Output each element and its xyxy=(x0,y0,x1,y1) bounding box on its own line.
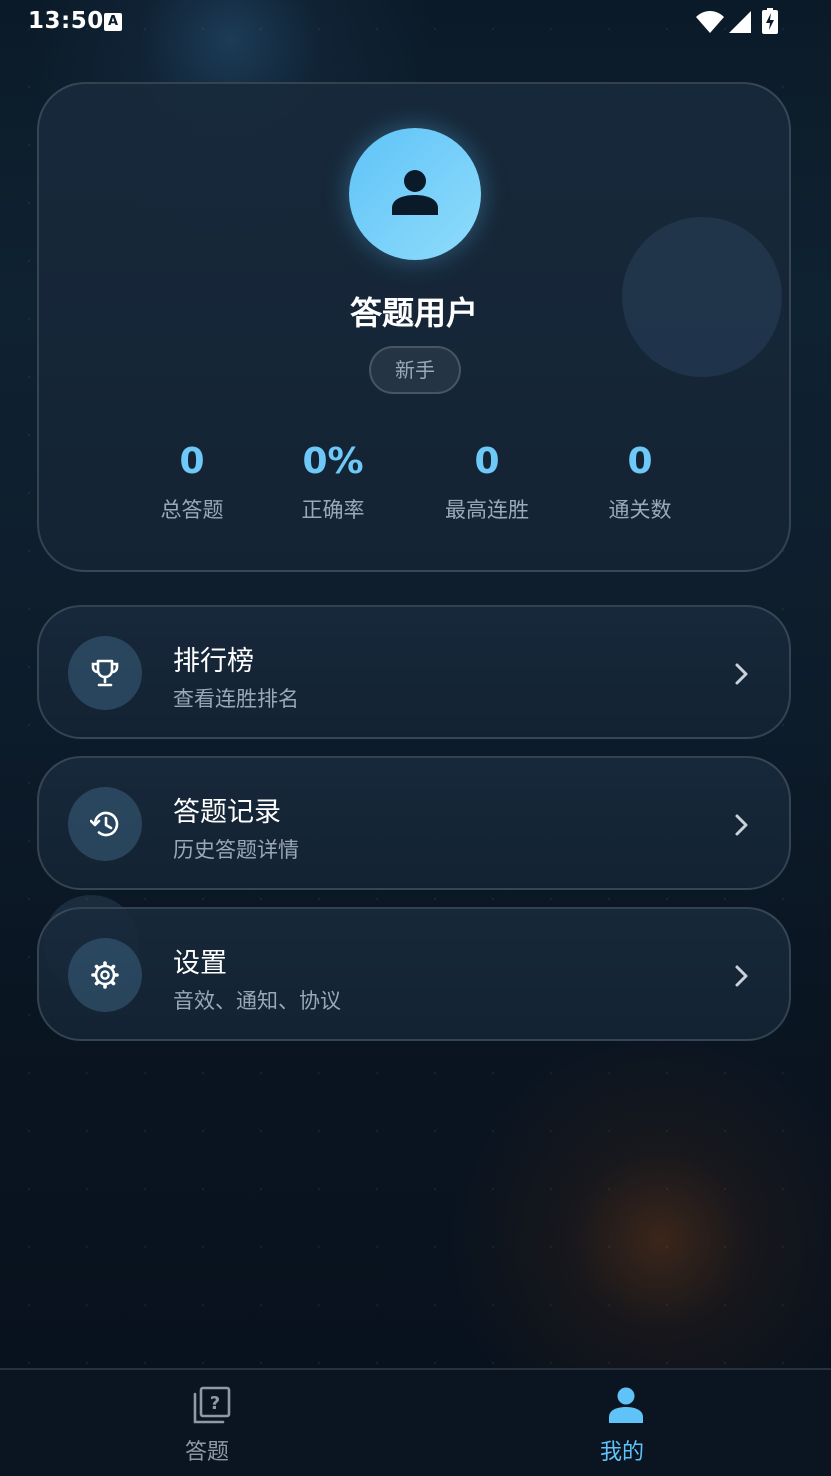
stat-label: 最高连胜 xyxy=(445,498,529,522)
level-badge: 新手 xyxy=(369,346,461,394)
stat-label: 正确率 xyxy=(301,498,365,522)
stat-value: 0 xyxy=(179,441,205,482)
tab-mine[interactable]: 我的 xyxy=(522,1370,722,1476)
stat-total-answered: 0 总答题 xyxy=(122,436,262,524)
gear-icon xyxy=(91,961,119,989)
stat-value: 0 xyxy=(474,441,500,482)
stat-accuracy: 0% 正确率 xyxy=(263,436,403,524)
svg-text:?: ? xyxy=(210,1393,220,1414)
history-icon xyxy=(90,811,119,837)
stat-value: 0 xyxy=(627,441,653,482)
gear-icon-badge xyxy=(68,938,142,1012)
trophy-icon xyxy=(91,659,119,687)
username: 答题用户 xyxy=(349,294,478,332)
tab-quiz[interactable]: ? 答题 xyxy=(107,1370,307,1476)
person-icon xyxy=(609,1387,643,1423)
menu-item-history[interactable]: 答题记录 历史答题详情 xyxy=(37,756,791,890)
stat-label: 总答题 xyxy=(160,498,224,522)
trophy-icon-badge xyxy=(68,636,142,710)
signal-icon xyxy=(728,10,752,38)
stat-best-streak: 0 最高连胜 xyxy=(417,436,557,524)
menu-subtitle: 查看连胜排名 xyxy=(173,687,299,711)
menu-item-leaderboard[interactable]: 排行榜 查看连胜排名 xyxy=(37,605,791,739)
tab-label: 答题 xyxy=(184,1440,229,1465)
stat-levels-cleared: 0 通关数 xyxy=(570,436,710,524)
menu-subtitle: 音效、通知、协议 xyxy=(173,989,341,1013)
menu-title: 设置 xyxy=(173,948,227,979)
bottom-nav: ? 答题 我的 xyxy=(0,1368,831,1476)
status-time: 13:50 xyxy=(28,8,104,34)
profile-card: 答题用户 新手 0 总答题 0% 正确率 0 最高连胜 0 通关数 xyxy=(37,82,791,572)
chevron-right-icon xyxy=(735,663,748,685)
menu-subtitle: 历史答题详情 xyxy=(173,838,299,862)
menu-title: 答题记录 xyxy=(173,797,281,828)
stat-value: 0% xyxy=(302,441,364,482)
tab-label: 我的 xyxy=(599,1440,644,1465)
wifi-icon xyxy=(696,10,724,38)
battery-charging-icon xyxy=(762,8,778,38)
notification-badge: A xyxy=(104,13,122,31)
status-bar: 13:50 A xyxy=(0,0,831,44)
history-icon-badge xyxy=(68,787,142,861)
chevron-right-icon xyxy=(735,814,748,836)
avatar[interactable] xyxy=(349,128,481,260)
menu-item-settings[interactable]: 设置 音效、通知、协议 xyxy=(37,907,791,1041)
quiz-icon: ? xyxy=(193,1386,231,1424)
user-icon xyxy=(392,170,438,215)
menu-title: 排行榜 xyxy=(173,646,254,677)
stat-label: 通关数 xyxy=(608,498,672,522)
chevron-right-icon xyxy=(735,965,748,987)
